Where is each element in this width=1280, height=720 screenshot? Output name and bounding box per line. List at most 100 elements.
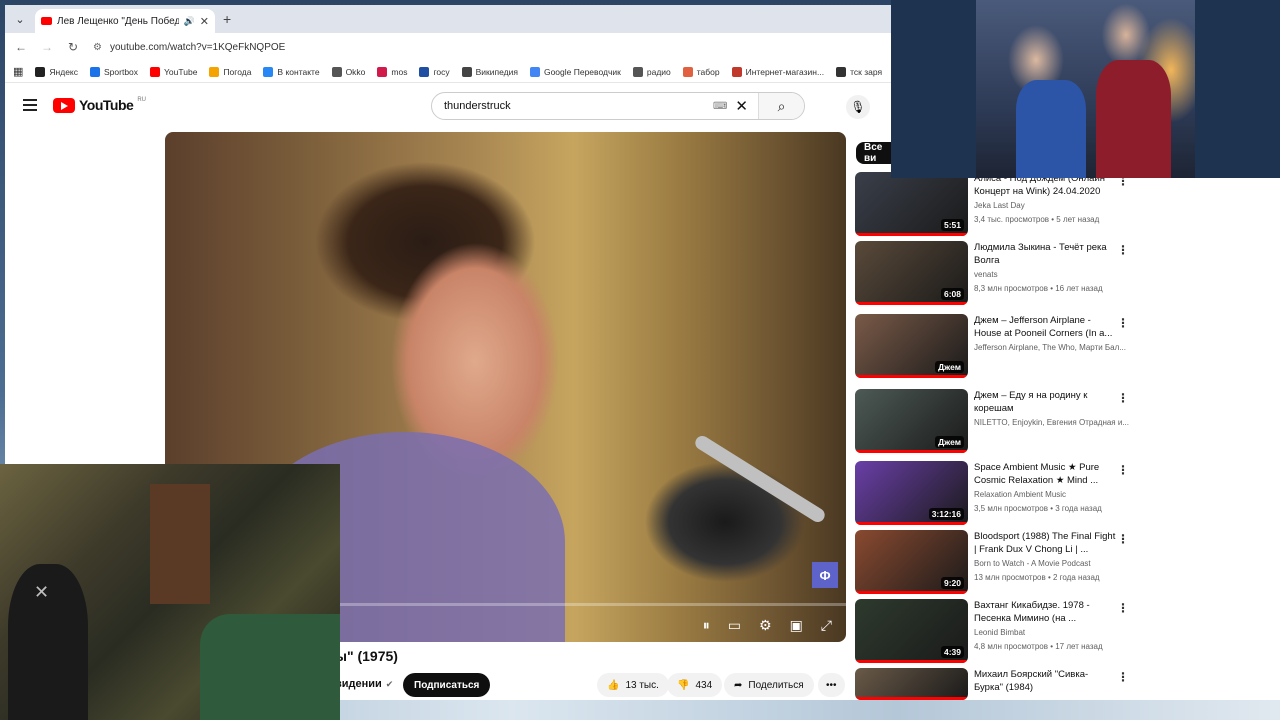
more-options-icon[interactable]: ⋮: [1117, 670, 1129, 684]
more-options-icon[interactable]: ⋮: [1117, 391, 1129, 405]
duration-badge: 4:39: [940, 646, 964, 658]
filter-chip-all[interactable]: Все ви: [856, 142, 891, 164]
recommendation-thumbnail[interactable]: [855, 668, 968, 700]
recommendation-item[interactable]: 5:51 Алиса - Под Дождём (Онлайн Концерт н…: [855, 172, 1135, 238]
more-options-icon[interactable]: ⋮: [1117, 463, 1129, 477]
menu-icon[interactable]: [23, 99, 37, 114]
bookmark[interactable]: Яндекс: [35, 66, 78, 77]
recommendation-item[interactable]: 6:08 Людмила Зыкина - Течёт река Волга ven…: [855, 241, 1135, 307]
url-text: youtube.com/watch?v=1KQeFkNQPOE: [109, 41, 286, 53]
bookmark[interactable]: табор: [682, 66, 720, 77]
bookmark-icon: [529, 66, 540, 77]
recommendation-channel[interactable]: Leonid Bimbat: [974, 628, 1130, 637]
recommendation-thumbnail[interactable]: Джем: [855, 389, 968, 453]
more-options-icon[interactable]: ⋮: [1117, 243, 1129, 257]
recommendation-thumbnail[interactable]: Джем: [855, 314, 968, 378]
close-tab-icon[interactable]: ✕: [200, 15, 209, 28]
recommendation-title[interactable]: Bloodsport (1988) The Final Fight | Fran…: [974, 530, 1116, 556]
recommendation-title[interactable]: Вахтанг Кикабидзе. 1978 - Песенка Мимино…: [974, 599, 1116, 625]
bookmark[interactable]: Google Переводчик: [529, 66, 621, 77]
recommendation-thumbnail[interactable]: 3:12:16: [855, 461, 968, 525]
bookmark[interactable]: госу: [419, 66, 450, 77]
recommendation-channel[interactable]: Born to Watch - A Movie Podcast: [974, 559, 1130, 568]
subtitles-icon[interactable]: ▭: [728, 617, 741, 634]
bookmark[interactable]: YouTube: [150, 66, 197, 77]
bookmark[interactable]: Okko: [331, 66, 365, 77]
webcam-background-detail: [150, 484, 210, 604]
recommendation-item[interactable]: Джем Джем – Еду я на родину к корешам NILE…: [855, 389, 1135, 455]
recommendation-thumbnail[interactable]: 4:39: [855, 599, 968, 663]
more-options-icon[interactable]: ⋮: [1117, 601, 1129, 615]
thumbnail-accent: [855, 233, 968, 236]
bookmark[interactable]: В контакте: [263, 66, 320, 77]
recommendation-meta: 8,3 млн просмотров • 16 лет назад: [974, 284, 1103, 293]
recommendation-item[interactable]: Михаил Боярский "Сивка-Бурка" (1984) ⋮: [855, 668, 1135, 700]
recommendation-title[interactable]: Джем – Jefferson Airplane - House at Poo…: [974, 314, 1116, 340]
webcam-overlay-top: [891, 0, 1280, 178]
theater-mode-icon[interactable]: ▣: [790, 617, 803, 634]
recommendation-item[interactable]: 3:12:16 Space Ambient Music ★ Pure Cosmic…: [855, 461, 1135, 527]
bookmark[interactable]: Sportbox: [90, 66, 138, 77]
recommendation-channel[interactable]: Jefferson Airplane, The Who, Марти Бал..…: [974, 343, 1130, 352]
settings-icon[interactable]: ⚙: [759, 617, 772, 634]
fullscreen-icon[interactable]: ⤢: [821, 617, 832, 634]
keyboard-icon[interactable]: ⌨: [713, 101, 727, 112]
recommendation-thumbnail[interactable]: 6:08: [855, 241, 968, 305]
new-tab-icon[interactable]: +: [223, 11, 231, 27]
site-info-icon[interactable]: ⚙: [93, 42, 102, 53]
recommendation-item[interactable]: Джем Джем – Jefferson Airplane - House at…: [855, 314, 1135, 380]
recommendation-title[interactable]: Джем – Еду я на родину к корешам: [974, 389, 1116, 415]
youtube-logo[interactable]: YouTube RU: [53, 97, 146, 113]
recommendation-channel[interactable]: venats: [974, 270, 1130, 279]
more-actions-button[interactable]: •••: [818, 673, 845, 697]
autoplay-toggle-icon[interactable]: ⏸: [703, 617, 710, 634]
bookmark[interactable]: радио: [632, 66, 671, 77]
duration-badge: 9:20: [940, 577, 964, 589]
search-box[interactable]: thunderstruck ⌨ ✕ ⌕: [431, 92, 805, 120]
bookmark[interactable]: Википедия: [461, 66, 518, 77]
tab-search-dropdown-icon[interactable]: ⌄: [11, 10, 29, 28]
search-button[interactable]: ⌕: [758, 93, 804, 119]
verified-icon: ✔: [385, 678, 394, 689]
recommendation-thumbnail[interactable]: 5:51: [855, 172, 968, 236]
bookmark[interactable]: тск заря: [836, 66, 882, 77]
share-button[interactable]: ➦ Поделиться: [724, 673, 814, 697]
bookmark[interactable]: mos: [377, 66, 407, 77]
url-field[interactable]: ⚙ youtube.com/watch?v=1KQeFkNQPOE: [93, 42, 285, 53]
thumbnail-accent: [855, 697, 968, 700]
recommendation-channel[interactable]: Jeka Last Day: [974, 201, 1130, 210]
recommendation-title[interactable]: Людмила Зыкина - Течёт река Волга: [974, 241, 1116, 267]
recommendation-thumbnail[interactable]: 9:20: [855, 530, 968, 594]
bookmarks-bar: ▦ Яндекс Sportbox YouTube Погода В конта…: [5, 61, 891, 83]
globe-icon: [836, 66, 847, 77]
recommendation-channel[interactable]: Relaxation Ambient Music: [974, 490, 1130, 499]
youtube-wordmark: YouTube: [79, 97, 134, 113]
bookmark[interactable]: Погода: [209, 66, 251, 77]
channel-name[interactable]: видении ✔: [335, 678, 393, 690]
bookmark-icon: [377, 66, 388, 77]
like-button[interactable]: 👍 13 тыс.: [597, 673, 669, 697]
recommendation-title[interactable]: Space Ambient Music ★ Pure Cosmic Relaxa…: [974, 461, 1116, 487]
forward-icon[interactable]: →: [39, 40, 55, 54]
apps-grid-icon[interactable]: ▦: [13, 65, 23, 78]
active-tab[interactable]: Лев Лещенко "День Побед 🔊 ✕: [35, 9, 215, 33]
dislike-button[interactable]: 👎 434: [667, 673, 723, 697]
speaker-icon[interactable]: 🔊: [184, 16, 195, 27]
back-icon[interactable]: ←: [13, 40, 29, 54]
thumbnail-accent: [855, 302, 968, 305]
recommendation-item[interactable]: 9:20 Bloodsport (1988) The Final Fight | …: [855, 530, 1135, 596]
duration-badge: 6:08: [940, 288, 964, 300]
bookmark[interactable]: Интернет-магазин...: [731, 66, 824, 77]
recommendation-item[interactable]: 4:39 Вахтанг Кикабидзе. 1978 - Песенка Ми…: [855, 599, 1135, 665]
search-input[interactable]: thunderstruck: [432, 100, 713, 112]
reload-icon[interactable]: ↻: [65, 40, 81, 54]
more-options-icon[interactable]: ⋮: [1117, 316, 1129, 330]
voice-search-icon[interactable]: 🎙: [846, 95, 870, 119]
subscribe-button[interactable]: Подписаться: [403, 673, 491, 697]
recommendation-channel[interactable]: NILETTO, Enjoykin, Евгения Отрадная и...: [974, 418, 1130, 427]
recommendation-title[interactable]: Михаил Боярский "Сивка-Бурка" (1984): [974, 668, 1116, 694]
video-frame-detail: [692, 433, 828, 525]
clear-search-icon[interactable]: ✕: [735, 97, 748, 115]
more-options-icon[interactable]: ⋮: [1117, 532, 1129, 546]
bookmark-icon: [209, 66, 220, 77]
